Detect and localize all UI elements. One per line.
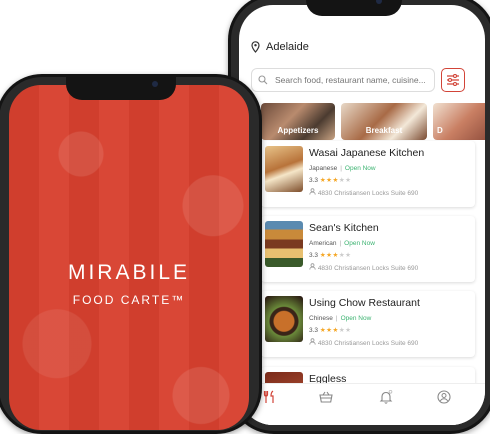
category-carousel: Appetizers Breakfast D	[261, 103, 485, 140]
camera-icon	[376, 0, 382, 4]
restaurant-photo	[265, 296, 303, 342]
address-text: 4830 Christiansen Locks Suite 690	[317, 190, 419, 197]
phone-notch	[66, 74, 176, 100]
app-logo-title: MIRABILE	[67, 261, 191, 284]
category-tile-appetizers[interactable]: Appetizers	[261, 103, 335, 140]
filter-sliders-icon	[447, 74, 459, 86]
person-icon	[309, 263, 316, 270]
star-rating-icon: ★★★★★	[319, 327, 352, 334]
rating-value: 3.3	[309, 327, 319, 334]
app-logo-tagline: FOOD CARTE™	[72, 293, 186, 307]
restaurant-icon[interactable]	[263, 390, 277, 404]
search-icon	[258, 75, 268, 85]
open-status: Open Now	[344, 240, 375, 247]
restaurant-meta: Japanese | Open Now	[309, 165, 376, 172]
star-rating-icon: ★★★★★	[319, 177, 352, 184]
search-input[interactable]	[273, 74, 427, 86]
profile-icon[interactable]	[437, 390, 451, 404]
restaurant-rating: 3.3 ★★★★★	[309, 176, 352, 184]
category-label: D	[437, 126, 443, 135]
restaurant-card[interactable]: Wasai Japanese Kitchen Japanese | Open Now…	[261, 141, 475, 207]
basket-icon[interactable]	[319, 390, 333, 404]
restaurant-card[interactable]: Using Chow Restaurant Chinese | Open Now 3…	[261, 291, 475, 357]
filter-button[interactable]	[441, 68, 465, 92]
restaurant-name: Wasai Japanese Kitchen	[309, 147, 425, 159]
address-text: 4830 Christiansen Locks Suite 690	[317, 265, 419, 272]
open-status: Open Now	[340, 315, 372, 322]
restaurant-rating: 3.3 ★★★★★	[309, 251, 352, 259]
splash-screen: MIRABILE FOOD CARTE™	[9, 85, 249, 430]
restaurant-meta: American | Open Now	[309, 240, 375, 247]
restaurant-photo	[265, 221, 303, 267]
restaurant-address: 4830 Christiansen Locks Suite 690	[309, 188, 418, 197]
category-tile-desserts[interactable]: D	[433, 103, 485, 140]
phone-mockup-list: Adelaide Appetizers Bre	[228, 0, 490, 434]
restaurant-address: 4830 Christiansen Locks Suite 690	[309, 338, 418, 347]
restaurant-name: Using Chow Restaurant	[309, 297, 420, 309]
rating-value: 3.3	[309, 177, 319, 184]
person-icon	[309, 188, 316, 195]
camera-icon	[152, 81, 158, 87]
phone-notch	[306, 0, 402, 16]
category-label: Appetizers	[277, 126, 319, 135]
restaurant-meta: Chinese | Open Now	[309, 315, 372, 322]
star-rating-icon: ★★★★★	[319, 252, 352, 259]
restaurant-name: Sean's Kitchen	[309, 222, 379, 234]
category-label: Breakfast	[365, 126, 403, 135]
cuisine-label: American	[309, 240, 337, 247]
restaurant-card[interactable]: Sean's Kitchen American | Open Now 3.3 ★★★…	[261, 216, 475, 282]
location-pin-icon	[251, 41, 260, 53]
bottom-navigation	[239, 383, 485, 425]
cuisine-label: Japanese	[309, 165, 338, 172]
bell-icon[interactable]	[379, 390, 393, 404]
rating-value: 3.3	[309, 252, 319, 259]
cuisine-label: Chinese	[309, 315, 333, 322]
restaurant-photo	[265, 146, 303, 192]
location-selector[interactable]: Adelaide	[251, 41, 309, 53]
open-status: Open Now	[344, 165, 376, 172]
person-icon	[309, 338, 316, 345]
restaurant-list-screen: Adelaide Appetizers Bre	[239, 5, 485, 425]
restaurant-rating: 3.3 ★★★★★	[309, 326, 352, 334]
address-text: 4830 Christiansen Locks Suite 690	[317, 340, 419, 347]
search-bar[interactable]	[251, 68, 435, 92]
restaurant-address: 4830 Christiansen Locks Suite 690	[309, 263, 418, 272]
phone-mockup-splash: MIRABILE FOOD CARTE™	[0, 74, 262, 434]
location-label: Adelaide	[266, 41, 309, 53]
category-tile-breakfast[interactable]: Breakfast	[341, 103, 427, 140]
